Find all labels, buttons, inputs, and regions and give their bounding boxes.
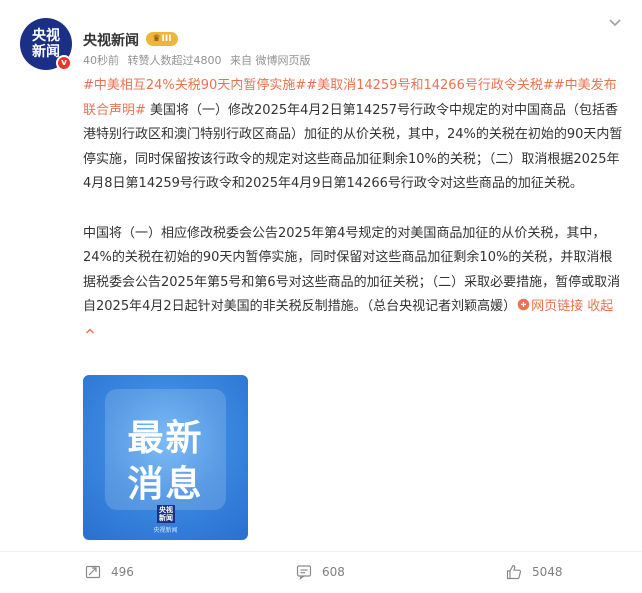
post-text-1: 美国将（一）修改2025年4月2日第14257号行政令中规定的对中国商品（包括香… xyxy=(83,102,623,192)
comment-icon xyxy=(296,565,312,580)
web-link-label: 网页链接 xyxy=(531,299,584,315)
post-time[interactable]: 40秒前 xyxy=(83,54,119,67)
image-watermark: 央视新闻 xyxy=(153,527,178,534)
image-logo-line1: 央视 xyxy=(159,506,173,514)
chevron-up-icon xyxy=(85,328,95,334)
comment-button[interactable]: 608 xyxy=(296,560,345,584)
vip-level: III xyxy=(161,34,172,44)
chevron-down-icon xyxy=(609,19,621,27)
weibo-post-card: 央视 新闻 v 央视新闻 ♛ III 40秒前 转赞人数超过4800 来自 微博… xyxy=(0,0,642,593)
topic-tag-1[interactable]: #中美相互24%关税90天内暂停实施# xyxy=(83,78,306,93)
post-source: 来自 微博网页版 xyxy=(230,54,311,67)
web-link[interactable]: 网页链接 xyxy=(516,299,583,314)
verified-badge: v xyxy=(56,55,72,71)
repost-icon xyxy=(85,565,101,579)
verified-mark: v xyxy=(61,58,67,68)
more-menu-button[interactable] xyxy=(608,16,622,32)
avatar-text-line2: 新闻 xyxy=(32,44,60,60)
image-logo: 央视 新闻 xyxy=(157,505,175,523)
avatar-text-line1: 央视 xyxy=(32,28,60,44)
repost-button[interactable]: 496 xyxy=(85,560,134,584)
author-name[interactable]: 央视新闻 xyxy=(83,30,139,50)
like-count: 5048 xyxy=(532,565,563,579)
post-paragraph-1: #中美相互24%关税90天内暂停实施##美取消14259号和14266号行政令关… xyxy=(83,74,623,197)
link-icon xyxy=(517,299,530,311)
crown-icon: ♛ xyxy=(152,34,161,44)
post-meta: 40秒前 转赞人数超过4800 来自 微博网页版 xyxy=(83,52,316,68)
comment-count: 608 xyxy=(322,565,345,579)
image-text-line2: 消息 xyxy=(127,464,204,505)
thumbs-up-icon xyxy=(506,564,522,580)
image-logo-line2: 新闻 xyxy=(159,514,173,522)
image-text-line1: 最新 xyxy=(127,418,204,459)
like-button[interactable]: 5048 xyxy=(506,560,563,584)
post-paragraph-2: 中国将（一）相应修改税委会公告2025年第4号规定的对美国商品加征的从价关税，其… xyxy=(83,222,623,345)
post-content: #中美相互24%关税90天内暂停实施##美取消14259号和14266号行政令关… xyxy=(83,74,623,345)
vip-badge[interactable]: ♛ III xyxy=(146,32,178,46)
topic-tag-2[interactable]: #美取消14259号和14266号行政令关税# xyxy=(306,78,554,93)
collapse-label: 收起 xyxy=(587,299,614,315)
post-image[interactable]: 最新 消息 央视 新闻 央视新闻 xyxy=(83,375,248,540)
divider xyxy=(0,551,642,552)
repost-like-summary: 转赞人数超过4800 xyxy=(127,54,222,67)
repost-count: 496 xyxy=(111,565,134,579)
